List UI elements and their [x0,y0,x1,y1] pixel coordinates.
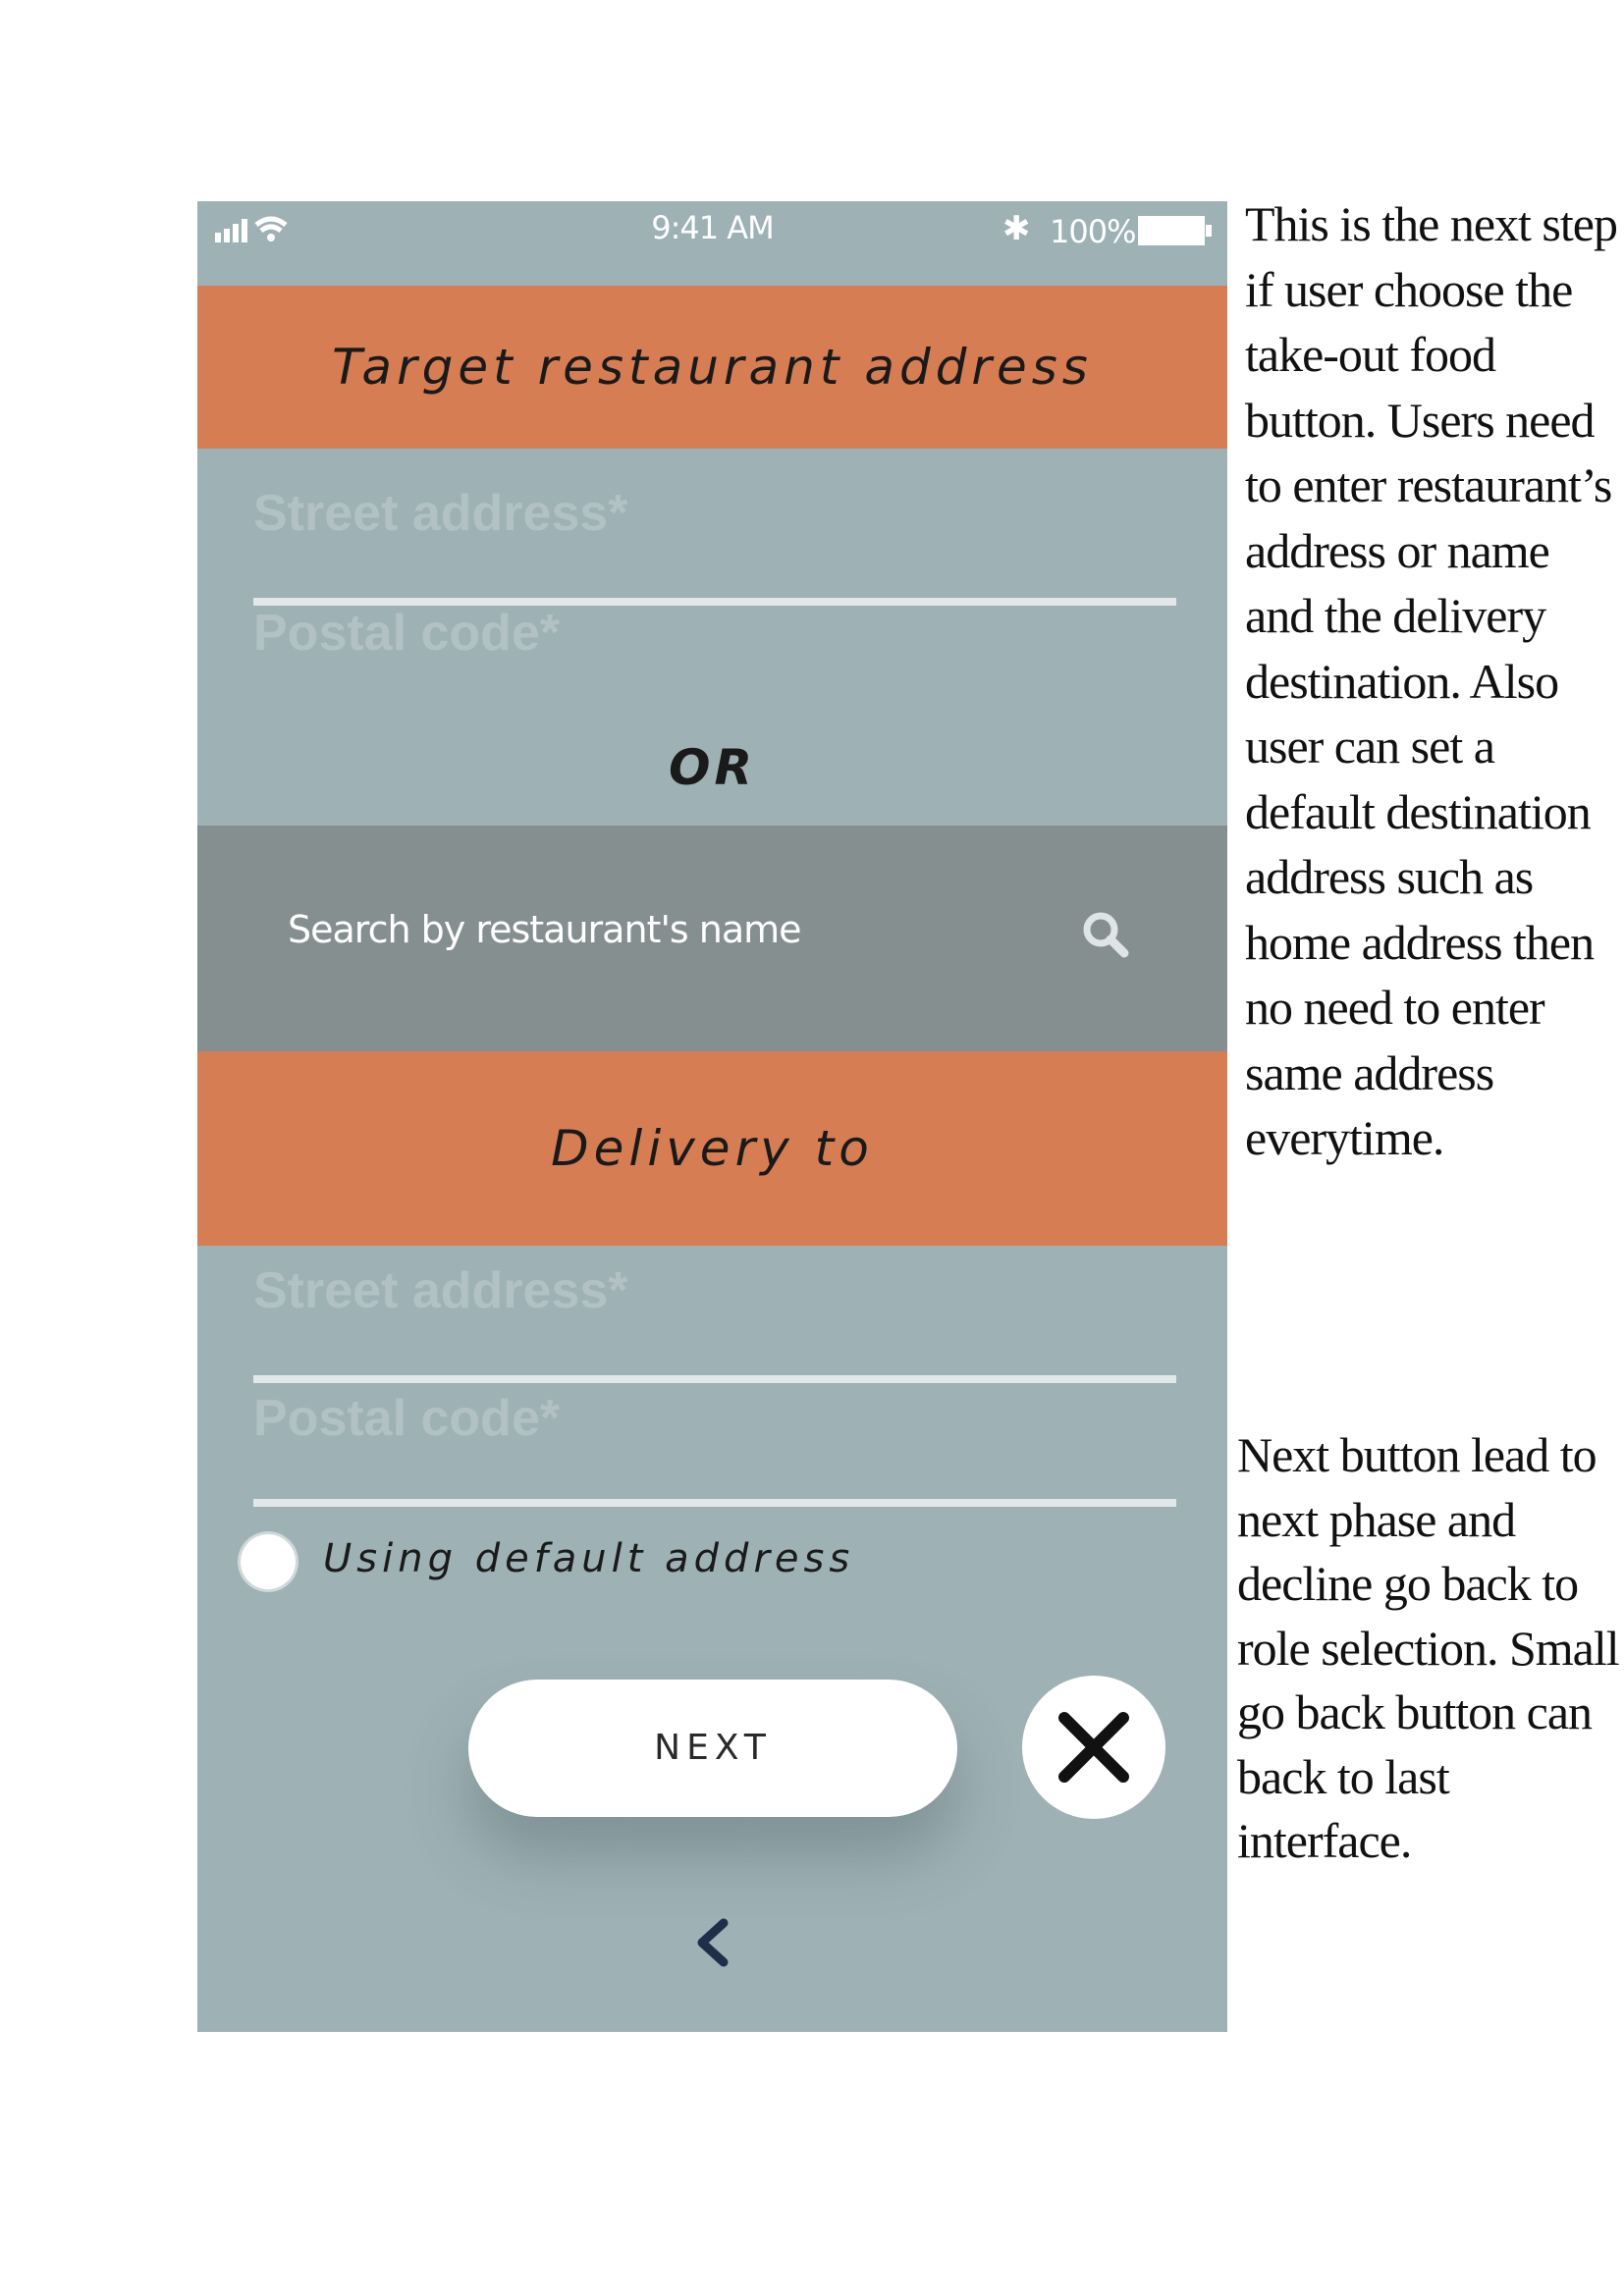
restaurant-search-bar[interactable]: Search by restaurant's name [197,826,1227,1051]
restaurant-postal-placeholder: Postal code* [253,605,561,662]
restaurant-address-header: Target restaurant address [197,286,1227,449]
delivery-postal-placeholder: Postal code* [253,1390,561,1447]
battery-percent: 100% [1050,213,1136,250]
battery-icon [1138,215,1217,252]
delivery-street-underline [253,1375,1176,1383]
delivery-postal-underline [253,1499,1176,1507]
delivery-postal-input[interactable]: Postal code* [253,1389,1176,1448]
close-icon [1058,1712,1129,1783]
next-button[interactable]: NEXT [468,1680,957,1817]
default-address-label: Using default address [323,1536,855,1581]
or-divider-label: OR [668,739,756,796]
search-input[interactable]: Search by restaurant's name [288,908,802,951]
description-paragraph-2: Next button lead to next phase and decli… [1237,1427,1620,1868]
restaurant-street-placeholder: Street address* [253,485,628,542]
delivery-street-input[interactable]: Street address* [253,1261,1176,1320]
phone-screen: 9:41 AM ✱ 100% Target restaurant address… [197,201,1227,2032]
bluetooth-icon: ✱ [1002,209,1031,248]
search-icon[interactable] [1081,910,1130,963]
default-address-radio[interactable] [241,1534,296,1589]
delivery-street-placeholder: Street address* [253,1262,628,1319]
decline-button[interactable] [1022,1676,1165,1819]
restaurant-street-input[interactable]: Street address* [253,484,1176,543]
chevron-left-icon [697,1918,729,1967]
status-bar: 9:41 AM ✱ 100% [197,201,1227,286]
restaurant-postal-input[interactable]: Postal code* [253,604,1176,663]
back-button[interactable] [688,1915,737,1974]
description-paragraph-1: This is the next step if user choose the… [1245,196,1618,1165]
delivery-header: Delivery to [197,1051,1227,1246]
